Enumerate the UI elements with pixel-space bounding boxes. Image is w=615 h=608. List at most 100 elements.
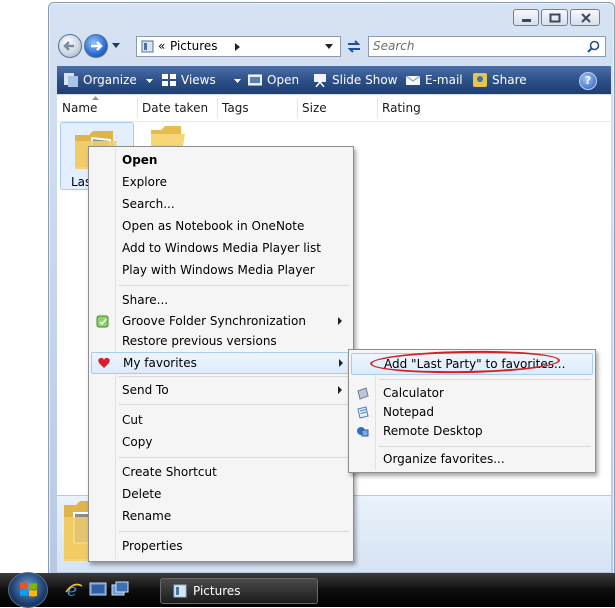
- open-icon: [248, 74, 262, 86]
- submenu-item-label: Notepad: [383, 405, 434, 419]
- sort-ascending-icon: [92, 96, 99, 100]
- menu-item-label: Create Shortcut: [122, 465, 217, 479]
- column-size[interactable]: Size: [302, 95, 327, 121]
- column-size-label: Size: [302, 101, 327, 115]
- views-button[interactable]: Views: [162, 66, 241, 94]
- submenu-item-organize-favorites[interactable]: Organize favorites...: [349, 449, 595, 470]
- submenu-item-remote-desktop[interactable]: Remote Desktop: [349, 421, 595, 442]
- submenu-item-label: Remote Desktop: [383, 424, 483, 438]
- share-icon: [473, 73, 487, 87]
- submenu-item-calculator[interactable]: Calculator: [349, 383, 595, 404]
- menu-item-open[interactable]: Open: [89, 150, 353, 171]
- menu-item-search[interactable]: Search...: [89, 194, 353, 215]
- menu-separator: [119, 531, 349, 532]
- start-button[interactable]: [8, 572, 48, 608]
- refresh-icon: [347, 40, 361, 53]
- search-input[interactable]: Search: [368, 36, 606, 57]
- menu-item-label: Send To: [122, 383, 169, 397]
- internet-explorer-icon[interactable]: e: [65, 581, 83, 599]
- address-bar[interactable]: « Pictures: [136, 36, 341, 57]
- search-placeholder: Search: [373, 39, 415, 53]
- slide-show-icon: [314, 74, 326, 87]
- column-rating[interactable]: Rating: [382, 95, 421, 121]
- address-dropdown-icon[interactable]: [325, 44, 333, 49]
- maximize-button[interactable]: [541, 9, 568, 26]
- organize-button[interactable]: Organize: [64, 66, 153, 94]
- menu-item-open-as-notebook[interactable]: Open as Notebook in OneNote: [89, 216, 353, 237]
- menu-item-rename[interactable]: Rename: [89, 506, 353, 527]
- switch-windows-icon[interactable]: [111, 581, 129, 599]
- submenu-arrow-icon: [339, 359, 343, 367]
- column-date-taken[interactable]: Date taken: [142, 95, 208, 121]
- menu-item-share[interactable]: Share...: [89, 290, 353, 311]
- menu-item-create-shortcut[interactable]: Create Shortcut: [89, 462, 353, 483]
- column-tags[interactable]: Tags: [222, 95, 249, 121]
- help-icon: ?: [584, 74, 592, 87]
- forward-button[interactable]: [84, 34, 108, 58]
- show-desktop-icon[interactable]: [89, 581, 107, 599]
- back-button[interactable]: [58, 34, 82, 58]
- email-label: E-mail: [425, 73, 463, 87]
- column-date-taken-label: Date taken: [142, 101, 209, 115]
- minimize-button[interactable]: [513, 9, 539, 26]
- close-icon: [581, 13, 591, 23]
- menu-item-label: Properties: [122, 539, 183, 553]
- heart-icon: [98, 357, 110, 368]
- submenu-item-label: Organize favorites...: [383, 452, 505, 466]
- minimize-icon: [522, 19, 531, 22]
- menu-item-label: Explore: [122, 175, 168, 189]
- menu-item-groove-sync[interactable]: Groove Folder Synchronization: [89, 311, 353, 332]
- menu-separator: [119, 457, 349, 458]
- address-prefix: «: [158, 39, 166, 53]
- organize-label: Organize: [83, 73, 137, 87]
- menu-item-add-to-wmp-list[interactable]: Add to Windows Media Player list: [89, 238, 353, 259]
- back-arrow-icon: [63, 41, 74, 51]
- menu-item-delete[interactable]: Delete: [89, 484, 353, 505]
- column-tags-label: Tags: [222, 101, 249, 115]
- menu-item-label: Copy: [122, 435, 153, 449]
- taskbar-item-label: Pictures: [193, 584, 241, 598]
- help-button[interactable]: ?: [579, 72, 597, 90]
- breadcrumb-arrow-icon[interactable]: [235, 43, 240, 51]
- organize-icon: [64, 73, 78, 87]
- menu-item-cut[interactable]: Cut: [89, 410, 353, 431]
- share-button[interactable]: Share: [473, 66, 527, 94]
- favorites-submenu: Add "Last Party" to favorites... Calcula…: [348, 349, 596, 473]
- column-name-label: Name: [62, 101, 98, 115]
- share-label: Share: [492, 73, 527, 87]
- close-button[interactable]: [570, 9, 600, 26]
- menu-item-label: Play with Windows Media Player: [122, 263, 315, 277]
- column-divider: [377, 98, 378, 118]
- address-path[interactable]: Pictures: [170, 39, 218, 53]
- menu-item-label: Open: [122, 153, 158, 167]
- menu-item-my-favorites[interactable]: My favorites: [91, 352, 351, 374]
- slide-show-button[interactable]: Slide Show: [313, 66, 397, 94]
- taskbar: e Pictures: [0, 572, 615, 608]
- column-divider: [297, 98, 298, 118]
- search-icon[interactable]: [587, 40, 600, 53]
- email-button[interactable]: E-mail: [406, 66, 463, 94]
- navigation-bar: « Pictures Search: [56, 34, 606, 60]
- forward-arrow-icon: [91, 41, 103, 51]
- recent-pages-chevron-icon[interactable]: [112, 43, 120, 49]
- menu-item-label: Open as Notebook in OneNote: [122, 219, 305, 233]
- menu-separator: [119, 404, 349, 405]
- menu-item-label: Delete: [122, 487, 162, 501]
- menu-item-properties[interactable]: Properties: [89, 536, 353, 557]
- windows-logo-icon: [20, 582, 37, 597]
- open-button[interactable]: Open: [248, 66, 299, 94]
- menu-item-explore[interactable]: Explore: [89, 172, 353, 193]
- views-label: Views: [181, 73, 216, 87]
- refresh-button[interactable]: [344, 37, 364, 56]
- email-icon: [406, 75, 420, 85]
- taskbar-item-pictures[interactable]: Pictures: [160, 578, 318, 604]
- menu-item-restore-previous[interactable]: Restore previous versions: [89, 331, 353, 352]
- menu-item-play-with-wmp[interactable]: Play with Windows Media Player: [89, 260, 353, 281]
- remote-desktop-icon: [357, 427, 369, 437]
- menu-item-send-to[interactable]: Send To: [89, 380, 353, 401]
- submenu-item-notepad[interactable]: Notepad: [349, 402, 595, 423]
- menu-separator: [119, 376, 349, 377]
- organize-dropdown-icon: [145, 79, 153, 83]
- menu-item-copy[interactable]: Copy: [89, 432, 353, 453]
- menu-item-label: Groove Folder Synchronization: [122, 314, 306, 328]
